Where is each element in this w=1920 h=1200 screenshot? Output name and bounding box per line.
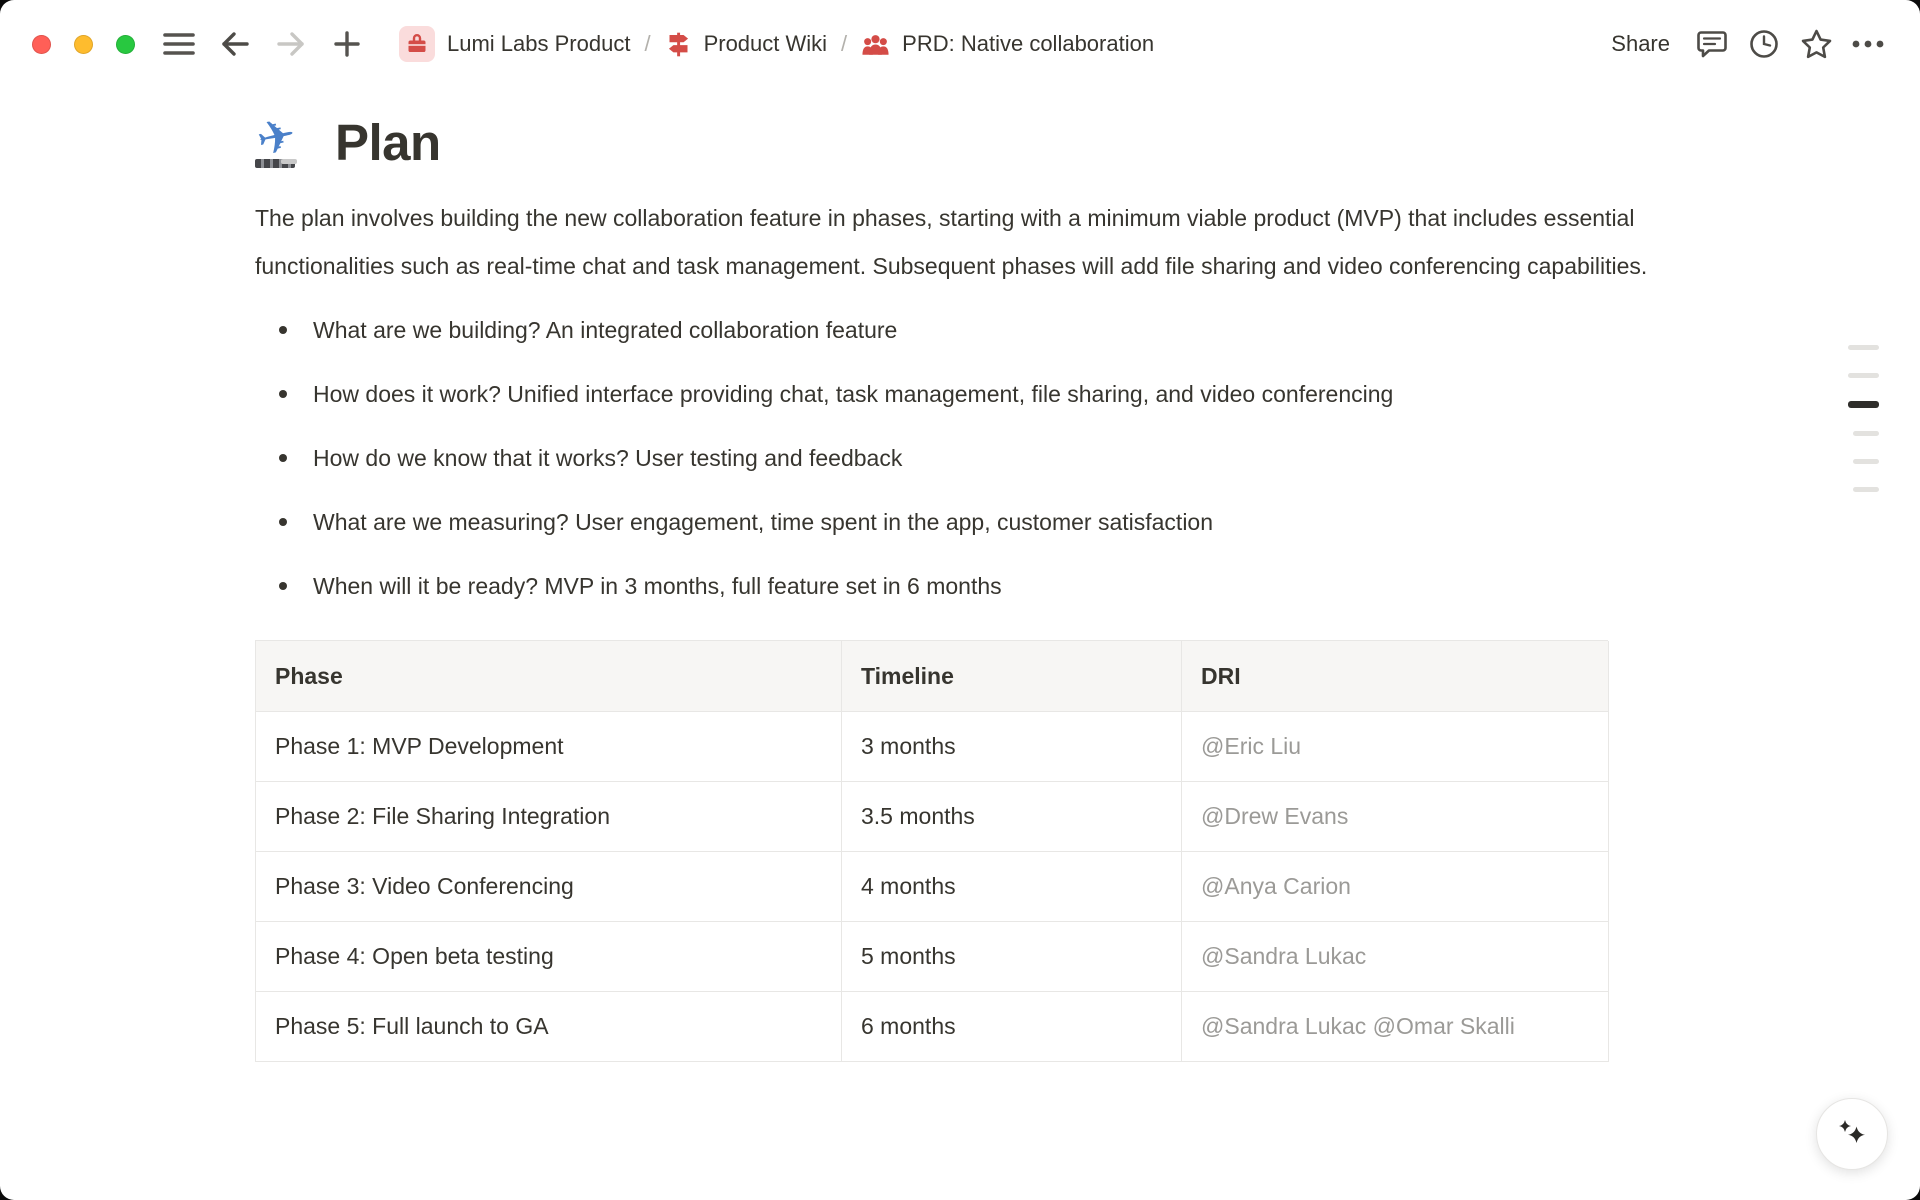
signpost-icon — [665, 31, 692, 58]
list-item[interactable]: How does it work? Unified interface prov… — [255, 370, 1663, 418]
phases-table: Phase Timeline DRI Phase 1: MVP Developm… — [255, 640, 1608, 1062]
list-item[interactable]: What are we measuring? User engagement, … — [255, 498, 1663, 546]
breadcrumb: Lumi Labs Product / Product Wiki / — [393, 22, 1160, 66]
window-controls — [32, 35, 135, 54]
topbar: Lumi Labs Product / Product Wiki / — [0, 0, 1920, 88]
outline-item[interactable] — [1853, 487, 1879, 492]
more-icon — [1851, 39, 1885, 49]
forward-button[interactable] — [269, 22, 313, 66]
breadcrumb-separator: / — [841, 31, 847, 57]
column-header-dri[interactable]: DRI — [1182, 641, 1609, 712]
outline-item[interactable] — [1853, 459, 1879, 464]
new-page-button[interactable] — [325, 22, 369, 66]
timeline-cell[interactable]: 5 months — [842, 922, 1182, 992]
sparkle-icon — [1832, 1113, 1872, 1156]
list-item[interactable]: What are we building? An integrated coll… — [255, 306, 1663, 354]
outline-item-active[interactable] — [1848, 401, 1879, 408]
list-item-text: What are we building? An integrated coll… — [313, 306, 897, 354]
bullet-dot — [279, 518, 287, 526]
list-item-text: How do we know that it works? User testi… — [313, 434, 902, 482]
favorite-button[interactable] — [1794, 22, 1838, 66]
phase-cell[interactable]: Phase 4: Open beta testing — [256, 922, 842, 992]
forward-arrow-icon — [276, 30, 306, 58]
outline-item[interactable] — [1853, 431, 1879, 436]
phase-cell[interactable]: Phase 5: Full launch to GA — [256, 992, 842, 1062]
timeline-cell[interactable]: 4 months — [842, 852, 1182, 922]
dri-cell[interactable]: @Drew Evans — [1182, 782, 1609, 852]
table-row: Phase 3: Video Conferencing 4 months @An… — [256, 852, 1608, 922]
zoom-window-button[interactable] — [116, 35, 135, 54]
timeline-cell[interactable]: 3.5 months — [842, 782, 1182, 852]
breadcrumb-label: PRD: Native collaboration — [902, 31, 1154, 57]
bullet-dot — [279, 454, 287, 462]
plus-icon — [334, 31, 360, 57]
outline-item[interactable] — [1848, 345, 1879, 350]
dri-cell[interactable]: @Sandra Lukac — [1182, 922, 1609, 992]
timeline-cell[interactable]: 6 months — [842, 992, 1182, 1062]
page-content: ✈ Plan The plan involves building the ne… — [255, 112, 1663, 1062]
page-title[interactable]: Plan — [335, 112, 441, 174]
people-icon — [861, 30, 890, 59]
sidebar-menu-button[interactable] — [157, 22, 201, 66]
airplane-departure-icon[interactable]: ✈ — [255, 112, 317, 174]
back-arrow-icon — [220, 30, 250, 58]
updates-button[interactable] — [1742, 22, 1786, 66]
column-header-timeline[interactable]: Timeline — [842, 641, 1182, 712]
close-window-button[interactable] — [32, 35, 51, 54]
page-title-row: ✈ Plan — [255, 112, 1663, 174]
bullet-dot — [279, 582, 287, 590]
nav-buttons — [157, 22, 369, 66]
dri-cell[interactable]: @Sandra Lukac @Omar Skalli — [1182, 992, 1609, 1062]
topbar-actions: Share — [1599, 22, 1890, 66]
back-button[interactable] — [213, 22, 257, 66]
hamburger-icon — [163, 31, 195, 57]
list-item-text: How does it work? Unified interface prov… — [313, 370, 1393, 418]
breadcrumb-item-prd[interactable]: PRD: Native collaboration — [855, 26, 1160, 63]
table-row: Phase 5: Full launch to GA 6 months @San… — [256, 992, 1608, 1062]
phase-cell[interactable]: Phase 2: File Sharing Integration — [256, 782, 842, 852]
dri-cell[interactable]: @Eric Liu — [1182, 712, 1609, 782]
list-item-text: When will it be ready? MVP in 3 months, … — [313, 562, 1002, 610]
column-header-phase[interactable]: Phase — [256, 641, 842, 712]
bullet-dot — [279, 390, 287, 398]
breadcrumb-item-workspace[interactable]: Lumi Labs Product — [393, 22, 636, 66]
table-row: Phase 4: Open beta testing 5 months @San… — [256, 922, 1608, 992]
list-item-text: What are we measuring? User engagement, … — [313, 498, 1213, 546]
table-header-row: Phase Timeline DRI — [256, 641, 1608, 712]
table-row: Phase 1: MVP Development 3 months @Eric … — [256, 712, 1608, 782]
list-item[interactable]: When will it be ready? MVP in 3 months, … — [255, 562, 1663, 610]
phase-cell[interactable]: Phase 1: MVP Development — [256, 712, 842, 782]
breadcrumb-separator: / — [644, 31, 650, 57]
star-icon — [1800, 28, 1833, 60]
share-button[interactable]: Share — [1599, 23, 1682, 65]
breadcrumb-item-product-wiki[interactable]: Product Wiki — [659, 27, 833, 62]
briefcase-icon — [399, 26, 435, 62]
outline-indicator — [1848, 345, 1879, 515]
breadcrumb-label: Product Wiki — [704, 31, 827, 57]
outline-item[interactable] — [1848, 373, 1879, 378]
table-row: Phase 2: File Sharing Integration 3.5 mo… — [256, 782, 1608, 852]
comments-button[interactable] — [1690, 22, 1734, 66]
intro-paragraph[interactable]: The plan involves building the new colla… — [255, 194, 1663, 290]
breadcrumb-label: Lumi Labs Product — [447, 31, 630, 57]
app-window: Lumi Labs Product / Product Wiki / — [0, 0, 1920, 1200]
phase-cell[interactable]: Phase 3: Video Conferencing — [256, 852, 842, 922]
bullet-dot — [279, 326, 287, 334]
bullet-list: What are we building? An integrated coll… — [255, 306, 1663, 610]
minimize-window-button[interactable] — [74, 35, 93, 54]
more-options-button[interactable] — [1846, 22, 1890, 66]
ai-assistant-button[interactable] — [1816, 1098, 1888, 1170]
timeline-cell[interactable]: 3 months — [842, 712, 1182, 782]
dri-cell[interactable]: @Anya Carion — [1182, 852, 1609, 922]
list-item[interactable]: How do we know that it works? User testi… — [255, 434, 1663, 482]
clock-icon — [1748, 28, 1780, 60]
comment-icon — [1696, 29, 1728, 59]
